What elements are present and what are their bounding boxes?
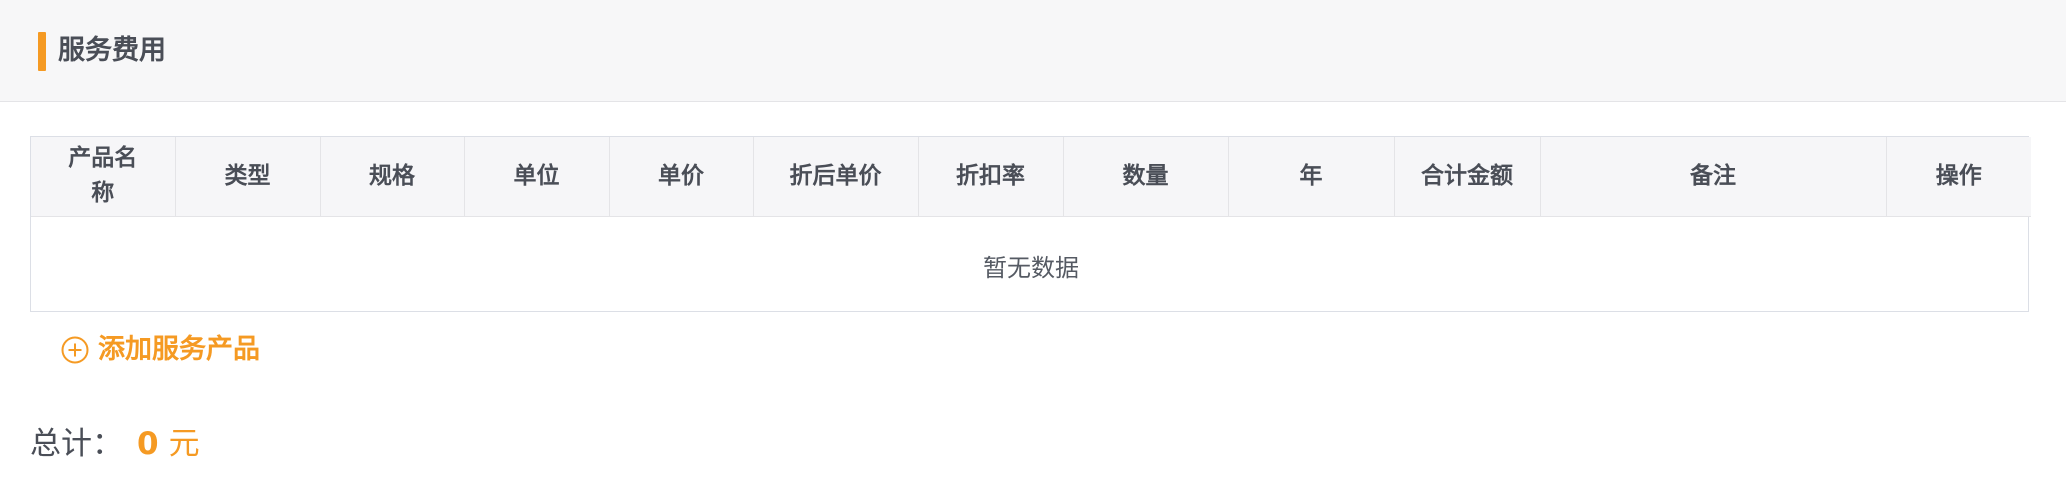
column-header-quantity: 数量 <box>1063 137 1229 217</box>
plus-circle-icon <box>60 335 90 365</box>
fee-table: 产品名称 类型 规格 单位 单价 折后单价 折扣率 数量 年 合计金额 备注 操… <box>31 137 2031 314</box>
column-header-discount-rate: 折扣率 <box>918 137 1064 217</box>
column-header-spec: 规格 <box>320 137 465 217</box>
column-header-discounted-price: 折后单价 <box>753 137 919 217</box>
column-header-remarks: 备注 <box>1540 137 1887 217</box>
section-accent-bar <box>38 32 46 71</box>
total-label: 总计： <box>30 426 123 462</box>
column-header-product-name: 产品名称 <box>31 137 176 217</box>
table-empty-row: 暂无数据 <box>31 216 2031 314</box>
column-header-actions: 操作 <box>1886 137 2031 217</box>
column-header-unit-price: 单价 <box>609 137 754 217</box>
section-header: 服务费用 <box>0 0 2066 102</box>
total-value: 0 <box>137 426 159 462</box>
add-service-product-button[interactable]: 添加服务产品 <box>60 330 260 370</box>
column-header-total-amount: 合计金额 <box>1394 137 1541 217</box>
service-fee-table: 产品名称 类型 规格 单位 单价 折后单价 折扣率 数量 年 合计金额 备注 操… <box>30 136 2031 314</box>
column-header-type: 类型 <box>175 137 321 217</box>
total-summary: 总计： 0 元 <box>30 420 200 468</box>
column-header-year: 年 <box>1228 137 1395 217</box>
empty-state-text: 暂无数据 <box>983 253 1079 282</box>
column-header-unit: 单位 <box>464 137 610 217</box>
total-unit: 元 <box>168 426 200 462</box>
add-service-product-label: 添加服务产品 <box>98 334 260 365</box>
table-header-row: 产品名称 类型 规格 单位 单价 折后单价 折扣率 数量 年 合计金额 备注 操… <box>31 137 2031 217</box>
section-title: 服务费用 <box>58 35 166 66</box>
